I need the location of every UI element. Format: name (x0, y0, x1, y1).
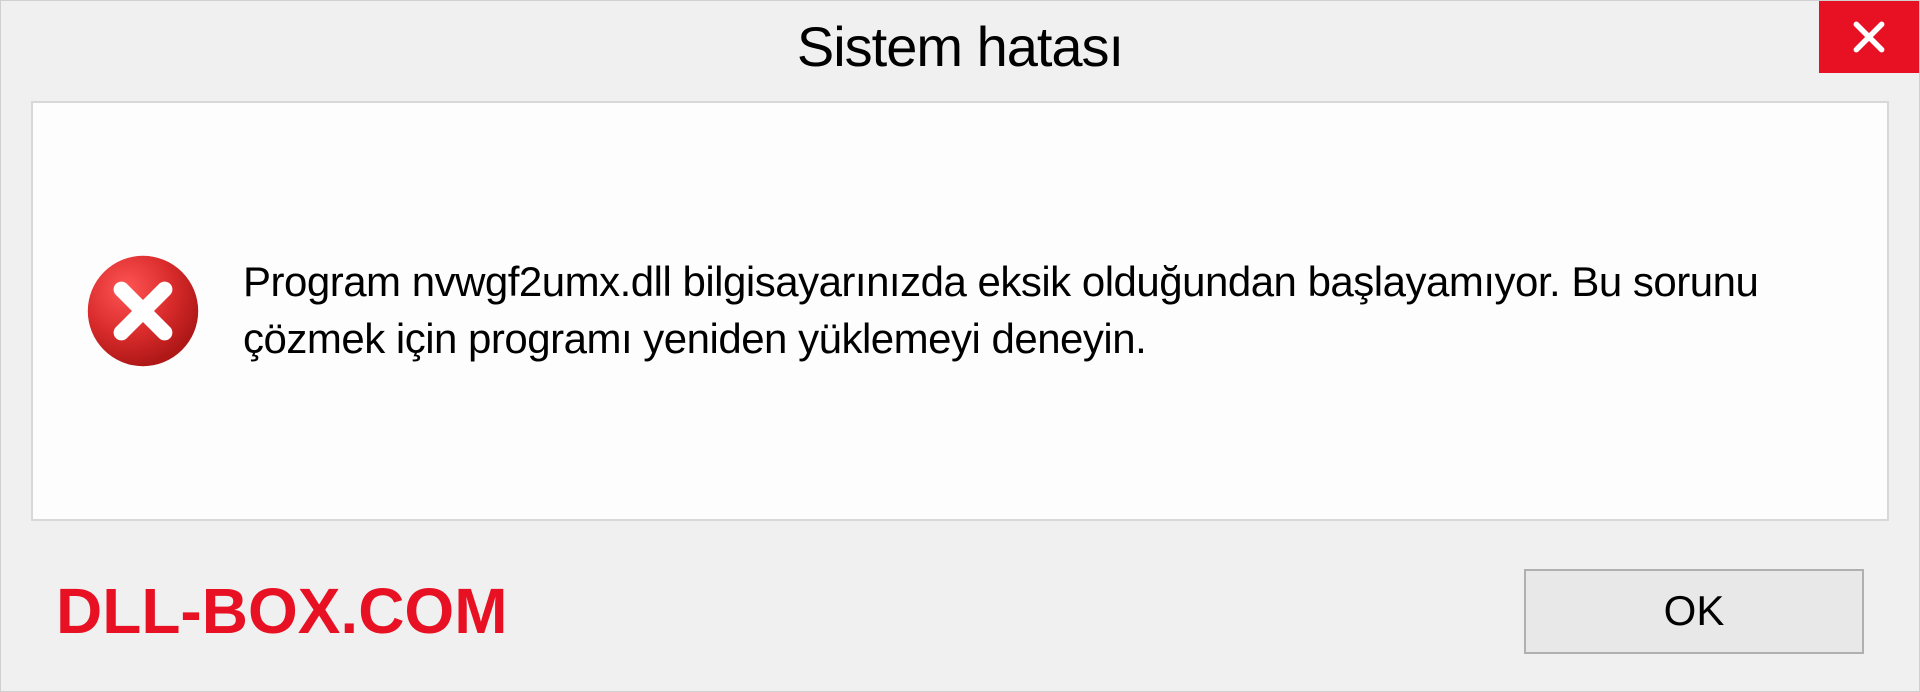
dialog-footer: DLL-BOX.COM OK (1, 541, 1919, 681)
error-dialog: Sistem hatası Program nvwgf2umx.d (0, 0, 1920, 692)
close-button[interactable] (1819, 1, 1919, 73)
content-panel: Program nvwgf2umx.dll bilgisayarınızda e… (31, 101, 1889, 521)
close-icon (1850, 18, 1888, 56)
title-bar: Sistem hatası (1, 1, 1919, 91)
error-icon (83, 251, 203, 371)
ok-button[interactable]: OK (1524, 569, 1864, 654)
error-message: Program nvwgf2umx.dll bilgisayarınızda e… (243, 254, 1837, 367)
watermark-text: DLL-BOX.COM (56, 574, 508, 648)
dialog-title: Sistem hatası (797, 14, 1123, 79)
